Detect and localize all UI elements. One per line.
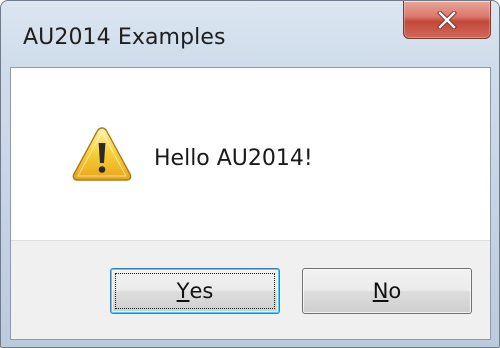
- no-button[interactable]: No: [302, 268, 472, 314]
- dialog-body: Hello AU2014! Yes No: [10, 67, 491, 340]
- message-area: Hello AU2014!: [11, 68, 490, 240]
- yes-button-mnemonic: Y: [176, 279, 190, 303]
- warning-icon: [72, 127, 132, 181]
- yes-button-label: es: [189, 279, 214, 303]
- no-button-mnemonic: N: [372, 279, 389, 303]
- no-button-label: o: [388, 279, 402, 303]
- close-button[interactable]: [403, 1, 491, 39]
- button-bar: Yes No: [11, 240, 490, 339]
- close-icon: [437, 10, 457, 29]
- yes-button[interactable]: Yes: [110, 268, 280, 314]
- window-title: AU2014 Examples: [23, 25, 226, 50]
- message-text: Hello AU2014!: [154, 146, 313, 171]
- message-box-dialog: AU2014 Examples Hello AU2014! Y es N o: [0, 0, 500, 348]
